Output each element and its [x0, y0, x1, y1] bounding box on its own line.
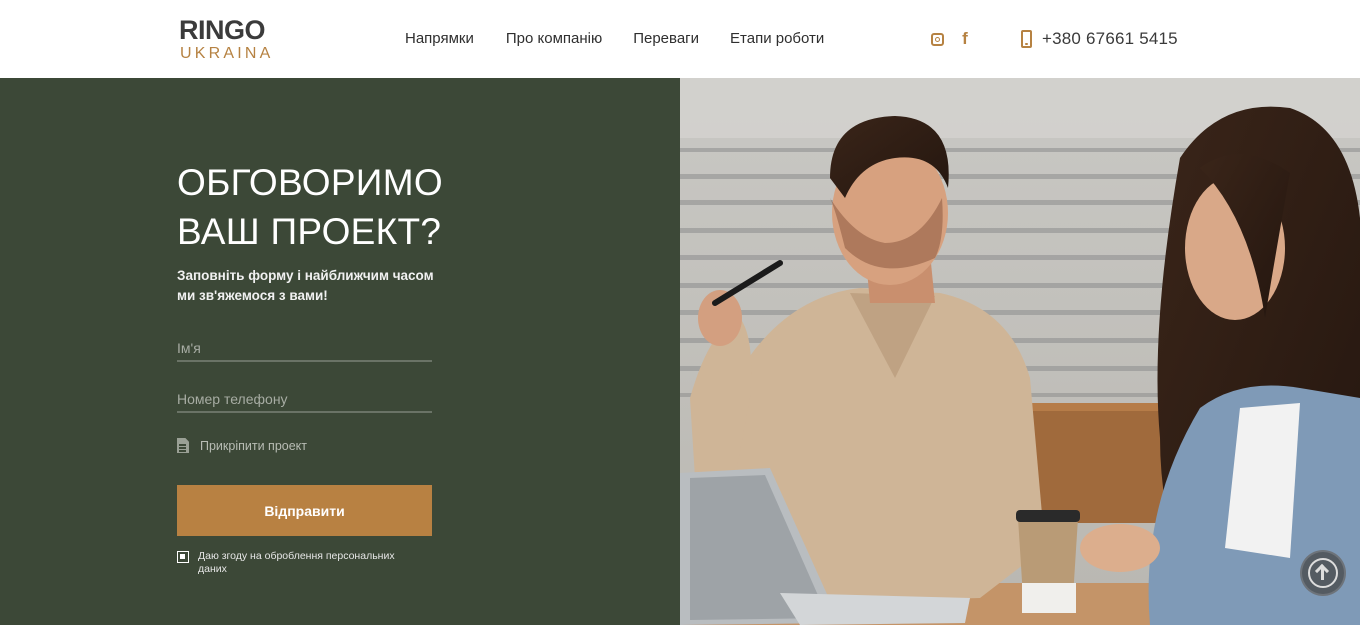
- consent-checkbox[interactable]: [177, 551, 189, 563]
- title-line-1: ОБГОВОРИМО: [177, 162, 443, 203]
- subtitle-line-1: Заповніть форму і найближчим часом: [177, 268, 434, 283]
- page-title: ОБГОВОРИМО ВАШ ПРОЕКТ?: [177, 158, 497, 256]
- mobile-phone-icon: [1021, 30, 1032, 48]
- phone-number: +380 67661 5415: [1042, 29, 1178, 48]
- name-input[interactable]: [177, 336, 432, 360]
- ringo-ukraina-logo[interactable]: RINGO UKRAINA: [179, 15, 289, 65]
- title-line-2: ВАШ ПРОЕКТ?: [177, 211, 442, 252]
- document-icon: [177, 438, 189, 453]
- header-phone-link[interactable]: +380 67661 5415: [1021, 29, 1178, 49]
- submit-button[interactable]: Відправити: [177, 485, 432, 536]
- consent-row: Даю згоду на оброблення персональних дан…: [177, 550, 408, 576]
- nav-item-work-stages[interactable]: Етапи роботи: [730, 30, 824, 48]
- form-subtitle: Заповніть форму і найближчим часом ми зв…: [177, 266, 447, 306]
- phone-input[interactable]: [177, 387, 432, 411]
- nav-item-advantages[interactable]: Переваги: [633, 30, 699, 48]
- arrow-up-icon: [1308, 558, 1338, 588]
- logo-wordmark: RINGO: [179, 15, 266, 45]
- main-nav: Напрямки Про компанію Переваги Етапи роб…: [405, 30, 824, 48]
- social-links: f: [930, 30, 972, 47]
- instagram-icon[interactable]: [930, 31, 944, 47]
- facebook-icon[interactable]: f: [958, 30, 972, 47]
- attach-project-button[interactable]: Прикріпити проект: [177, 438, 307, 453]
- consent-label: Даю згоду на оброблення персональних дан…: [198, 550, 395, 575]
- nav-item-about[interactable]: Про компанію: [506, 30, 602, 48]
- logo-subtitle: UKRAINA: [180, 45, 274, 62]
- name-field-wrapper: [177, 336, 432, 362]
- subtitle-line-2: ми зв'яжемося з вами!: [177, 288, 328, 303]
- site-header: RINGO UKRAINA Напрямки Про компанію Пере…: [0, 0, 1360, 78]
- phone-field-wrapper: [177, 387, 432, 413]
- hero-photo: [680, 78, 1360, 625]
- people-meeting-photo: [680, 78, 1360, 625]
- contact-form-panel: ОБГОВОРИМО ВАШ ПРОЕКТ? Заповніть форму і…: [0, 78, 680, 625]
- scroll-to-top-button[interactable]: [1300, 550, 1346, 596]
- attach-project-label: Прикріпити проект: [200, 438, 308, 453]
- nav-item-directions[interactable]: Напрямки: [405, 30, 474, 48]
